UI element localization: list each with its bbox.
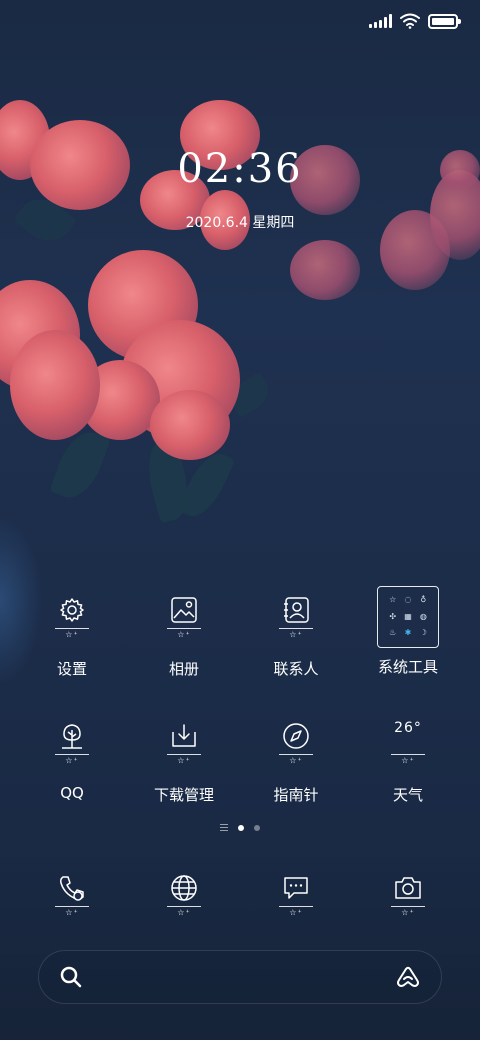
signal-icon (369, 14, 392, 28)
app-grid-row-2: ☆⁺ QQ ☆⁺ 下载管理 ☆⁺ 指南针 26° ☆⁺ 天气 (16, 714, 464, 805)
page-dot-1[interactable] (238, 824, 244, 831)
page-indicator[interactable] (0, 824, 480, 831)
app-label: QQ (60, 784, 84, 802)
search-bar[interactable] (38, 950, 442, 1004)
phone-icon: ☆⁺ (41, 866, 103, 928)
app-label: 设置 (56, 660, 87, 678)
assistant-icon[interactable] (395, 965, 421, 989)
app-contacts[interactable]: ☆⁺ 联系人 (240, 588, 352, 679)
dock-messages[interactable]: ☆⁺ (240, 866, 352, 928)
battery-icon (428, 13, 461, 29)
dock: ☆⁺ ☆⁺ ☆⁺ ☆⁺ (16, 866, 464, 928)
app-compass[interactable]: ☆⁺ 指南针 (240, 714, 352, 805)
status-bar (369, 10, 461, 32)
download-icon: ☆⁺ (153, 714, 215, 776)
search-icon[interactable] (59, 965, 83, 989)
camera-icon: ☆⁺ (377, 866, 439, 928)
app-label: 下载管理 (153, 786, 214, 804)
app-gallery[interactable]: ☆⁺ 相册 (128, 588, 240, 679)
message-icon: ☆⁺ (265, 866, 327, 928)
weather-temperature: 26° (394, 720, 422, 736)
dock-phone[interactable]: ☆⁺ (16, 866, 128, 928)
weather-icon: 26° ☆⁺ (377, 714, 439, 776)
app-label: 相册 (168, 660, 199, 678)
dock-browser[interactable]: ☆⁺ (128, 866, 240, 928)
contacts-icon: ☆⁺ (265, 588, 327, 650)
gallery-icon: ☆⁺ (153, 588, 215, 650)
app-label: 联系人 (273, 660, 319, 678)
dock-camera[interactable]: ☆⁺ (352, 866, 464, 928)
app-weather[interactable]: 26° ☆⁺ 天气 (352, 714, 464, 805)
gear-icon: ☆⁺ (41, 588, 103, 650)
wifi-icon (400, 13, 420, 29)
page-menu-icon[interactable] (220, 824, 228, 831)
app-label: 天气 (392, 786, 423, 804)
browser-icon: ☆⁺ (153, 866, 215, 928)
clock-date[interactable]: 2020.6.4 星期四 (0, 212, 480, 232)
app-label: 系统工具 (377, 658, 438, 676)
app-qq[interactable]: ☆⁺ QQ (16, 714, 128, 805)
app-downloads[interactable]: ☆⁺ 下载管理 (128, 714, 240, 805)
compass-icon: ☆⁺ (265, 714, 327, 776)
app-settings[interactable]: ☆⁺ 设置 (16, 588, 128, 679)
folder-icon: ☆ ◌ ♁ ✣ ▦ ◍ ♨ ✱ ☽ (377, 586, 439, 648)
page-dot-2[interactable] (254, 824, 260, 831)
clock-time[interactable]: 02:36 (0, 146, 480, 192)
folder-system-tools[interactable]: ☆ ◌ ♁ ✣ ▦ ◍ ♨ ✱ ☽ 系统工具 (352, 586, 464, 679)
tree-icon: ☆⁺ (41, 714, 103, 776)
app-grid-row-1: ☆⁺ 设置 ☆⁺ 相册 ☆⁺ 联系人 ☆ ◌ ♁ ✣ ▦ ◍ ♨ ✱ ☽ 系统工… (16, 586, 464, 679)
app-label: 指南针 (273, 786, 319, 804)
